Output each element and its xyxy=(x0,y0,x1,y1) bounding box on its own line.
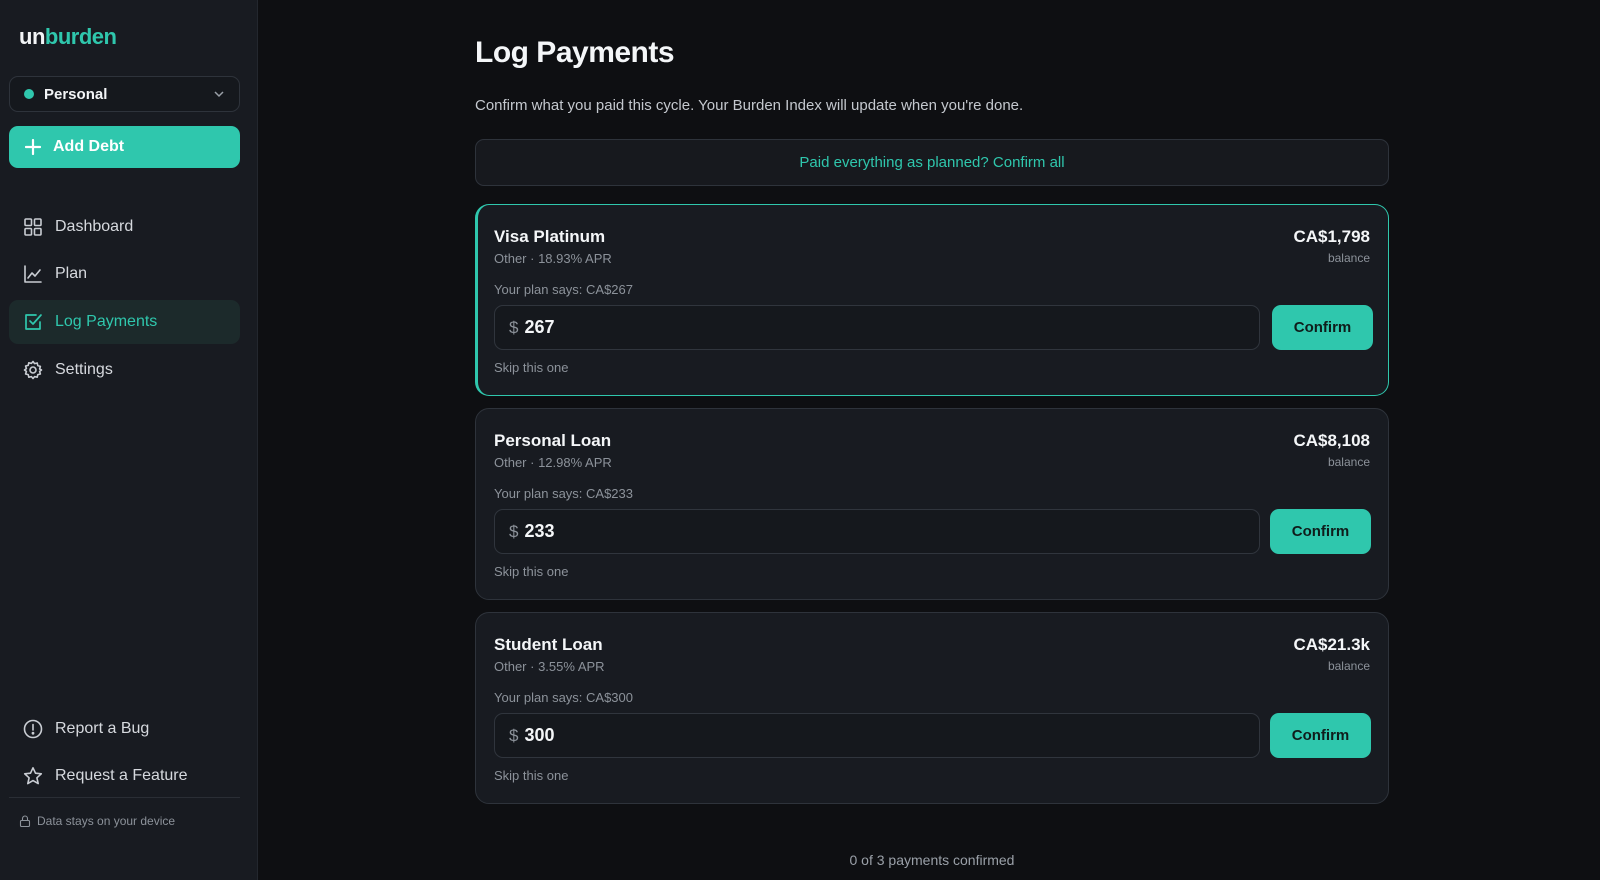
payment-amount-input[interactable] xyxy=(524,725,1225,746)
debt-name: Visa Platinum xyxy=(494,227,606,246)
app-logo[interactable]: unburden xyxy=(19,24,117,50)
payment-amount-input[interactable] xyxy=(524,317,1225,338)
sidebar-item-dashboard[interactable]: Dashboard xyxy=(9,205,240,249)
sidebar-item-log-payments[interactable]: Log Payments xyxy=(9,300,240,344)
sidebar-item-label: Dashboard xyxy=(55,218,134,235)
gear-icon xyxy=(23,360,43,380)
skip-link[interactable]: Skip this one xyxy=(494,564,568,579)
plus-icon xyxy=(25,139,41,155)
confirmation-progress: 0 of 3 payments confirmed xyxy=(849,852,1015,868)
currency-symbol: $ xyxy=(509,317,519,337)
sidebar-item-label: Settings xyxy=(55,361,113,378)
profile-status-dot xyxy=(24,89,34,99)
profile-selector[interactable]: Personal xyxy=(9,76,240,112)
logo-suffix: burden xyxy=(44,24,117,49)
debt-balance: CA$1,798 xyxy=(1293,227,1370,246)
profile-label: Personal xyxy=(44,85,108,103)
privacy-note-text: Data stays on your device xyxy=(37,814,176,828)
payment-amount-input[interactable] xyxy=(524,521,1225,542)
payment-amount-field[interactable]: $ xyxy=(494,713,1260,758)
privacy-note: Data stays on your device xyxy=(19,814,175,828)
star-icon xyxy=(23,767,43,785)
debt-meta: Other · 12.98% APR xyxy=(494,455,612,470)
debt-meta: Other · 3.55% APR xyxy=(494,659,605,674)
plan-amount-note: Your plan says: CA$233 xyxy=(494,486,634,501)
confirm-payment-button[interactable]: Confirm xyxy=(1272,305,1373,350)
debt-meta: Other · 18.93% APR xyxy=(494,251,612,266)
confirm-all-button[interactable]: Paid everything as planned? Confirm all xyxy=(475,139,1389,186)
page-subtitle: Confirm what you paid this cycle. Your B… xyxy=(475,97,1024,114)
debt-balance: CA$8,108 xyxy=(1293,431,1370,450)
balance-label: balance xyxy=(1327,659,1370,673)
sidebar-item-plan[interactable]: Plan xyxy=(9,252,240,296)
payment-amount-field[interactable]: $ xyxy=(494,305,1260,350)
sidebar-item-settings[interactable]: Settings xyxy=(9,348,240,392)
debt-card-personal-loan: Personal Loan Other · 12.98% APR CA$8,10… xyxy=(475,408,1389,600)
plan-amount-note: Your plan says: CA$300 xyxy=(494,690,634,705)
debt-balance: CA$21.3k xyxy=(1293,635,1370,654)
sidebar-divider xyxy=(9,797,240,798)
check-square-icon xyxy=(25,314,42,330)
balance-label: balance xyxy=(1327,251,1370,265)
skip-link[interactable]: Skip this one xyxy=(494,768,568,783)
page-title: Log Payments xyxy=(475,36,675,69)
confirm-payment-button[interactable]: Confirm xyxy=(1270,713,1371,758)
lock-icon xyxy=(19,815,31,827)
sidebar-item-label: Log Payments xyxy=(55,313,158,330)
sidebar-item-label: Plan xyxy=(55,265,88,282)
debt-name: Student Loan xyxy=(494,635,603,654)
chart-line-icon xyxy=(24,265,42,283)
payment-amount-field[interactable]: $ xyxy=(494,509,1260,554)
skip-link[interactable]: Skip this one xyxy=(494,360,568,375)
confirm-payment-button[interactable]: Confirm xyxy=(1270,509,1371,554)
add-debt-button[interactable]: Add Debt xyxy=(9,126,240,168)
alert-circle-icon xyxy=(23,719,43,739)
currency-symbol: $ xyxy=(509,521,519,541)
plan-amount-note: Your plan says: CA$267 xyxy=(494,282,634,297)
balance-label: balance xyxy=(1327,455,1370,469)
grid-icon xyxy=(24,218,42,236)
report-bug-link[interactable]: Report a Bug xyxy=(9,707,240,751)
report-bug-label: Report a Bug xyxy=(55,720,150,737)
chevron-down-icon xyxy=(214,91,224,98)
debt-card-student-loan: Student Loan Other · 3.55% APR CA$21.3k … xyxy=(475,612,1389,804)
currency-symbol: $ xyxy=(509,725,519,745)
request-feature-label: Request a Feature xyxy=(55,767,188,784)
logo-prefix: un xyxy=(19,24,45,49)
request-feature-link[interactable]: Request a Feature xyxy=(9,754,240,798)
debt-name: Personal Loan xyxy=(494,431,612,450)
debt-card-visa-platinum: Visa Platinum Other · 18.93% APR CA$1,79… xyxy=(475,204,1389,396)
add-debt-label: Add Debt xyxy=(53,138,125,155)
sidebar: unburden Personal Add Debt Dashboard Pla… xyxy=(0,0,258,880)
